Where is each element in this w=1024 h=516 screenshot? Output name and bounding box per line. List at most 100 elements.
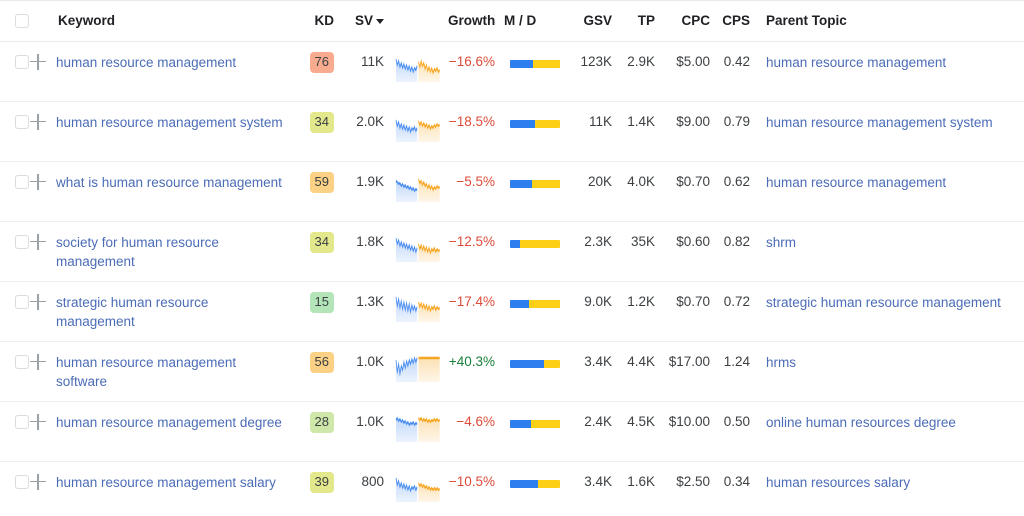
- cps-value: 0.79: [723, 113, 750, 129]
- sparkline-icon: [395, 177, 440, 202]
- row-select-cell: [0, 161, 30, 221]
- gsv-value: 2.3K: [584, 233, 612, 249]
- row-checkbox[interactable]: [15, 234, 29, 249]
- keyword-link[interactable]: human resource management: [56, 42, 300, 72]
- parent-topic-link[interactable]: human resource management: [756, 162, 1024, 192]
- kd-badge: 59: [309, 171, 334, 193]
- cps-value: 0.50: [723, 413, 750, 429]
- column-header-md[interactable]: M / D: [504, 1, 566, 42]
- keyword-link[interactable]: human resource management system: [56, 102, 300, 132]
- md-mobile-segment: [510, 359, 544, 368]
- column-header-cps[interactable]: CPS: [716, 1, 756, 42]
- sparkline-icon: [395, 355, 440, 382]
- keyword-link[interactable]: human resource management salary: [56, 462, 300, 492]
- md-bar: [510, 359, 560, 368]
- parent-topic-link[interactable]: strategic human resource management: [756, 282, 1024, 312]
- gsv-cell: 3.4K: [566, 341, 618, 401]
- keyword-link[interactable]: strategic human resource management: [56, 282, 300, 331]
- sv-value: 11K: [360, 53, 384, 69]
- add-column-header: [30, 1, 56, 42]
- column-header-sparkline: [390, 1, 448, 42]
- cps-cell: 0.79: [716, 101, 756, 161]
- gsv-cell: 9.0K: [566, 281, 618, 341]
- parent-topic-link[interactable]: shrm: [756, 222, 1024, 252]
- cpc-value: $17.00: [668, 353, 710, 369]
- tp-value: 4.5K: [627, 413, 655, 429]
- md-bar: [510, 59, 560, 68]
- column-header-kd[interactable]: KD: [300, 1, 342, 42]
- row-checkbox[interactable]: [15, 294, 29, 309]
- parent-topic-link[interactable]: human resource management system: [756, 102, 1024, 132]
- row-checkbox[interactable]: [15, 54, 29, 69]
- cpc-cell: $5.00: [662, 41, 716, 101]
- plus-icon[interactable]: [30, 473, 46, 490]
- md-cell: [504, 161, 566, 221]
- md-mobile-segment: [510, 299, 529, 308]
- parent-topic-link[interactable]: online human resources degree: [756, 402, 1024, 432]
- plus-icon[interactable]: [30, 233, 46, 250]
- cpc-value: $9.00: [676, 113, 710, 129]
- column-header-cpc[interactable]: CPC: [662, 1, 716, 42]
- table-header-row: Keyword KD SV Growth M / D GSV TP CPC CP…: [0, 1, 1024, 42]
- growth-value: −10.5%: [448, 473, 495, 489]
- kd-cell: 28: [300, 401, 342, 461]
- kd-cell: 56: [300, 341, 342, 401]
- select-all-checkbox[interactable]: [15, 13, 29, 28]
- cps-cell: 0.82: [716, 221, 756, 281]
- cps-value: 0.82: [723, 233, 750, 249]
- parent-topic-link[interactable]: human resource management: [756, 42, 1024, 72]
- tp-value: 1.6K: [627, 473, 655, 489]
- sparkline-cell: [390, 401, 448, 461]
- growth-cell: −17.4%: [448, 281, 504, 341]
- sv-cell: 2.0K: [342, 101, 390, 161]
- keyword-table-panel: Keyword KD SV Growth M / D GSV TP CPC CP…: [0, 0, 1024, 516]
- cpc-value: $0.70: [676, 173, 710, 189]
- plus-icon[interactable]: [30, 413, 46, 430]
- md-cell: [504, 461, 566, 516]
- gsv-cell: 20K: [566, 161, 618, 221]
- column-header-tp[interactable]: TP: [618, 1, 662, 42]
- sv-cell: 11K: [342, 41, 390, 101]
- keyword-link[interactable]: society for human resource management: [56, 222, 300, 271]
- column-header-gsv[interactable]: GSV: [566, 1, 618, 42]
- gsv-value: 3.4K: [584, 473, 612, 489]
- md-mobile-segment: [510, 479, 538, 488]
- row-checkbox[interactable]: [15, 474, 29, 489]
- sparkline-cell: [390, 41, 448, 101]
- parent-topic-cell: human resources salary: [756, 461, 1024, 516]
- column-header-parent-topic[interactable]: Parent Topic: [756, 1, 1024, 42]
- tp-cell: 4.0K: [618, 161, 662, 221]
- plus-icon[interactable]: [30, 113, 46, 130]
- plus-icon[interactable]: [30, 353, 46, 370]
- keyword-link[interactable]: what is human resource management: [56, 162, 300, 192]
- tp-value: 1.4K: [627, 113, 655, 129]
- keyword-link[interactable]: human resource management software: [56, 342, 300, 391]
- column-header-keyword[interactable]: Keyword: [56, 1, 300, 42]
- row-checkbox[interactable]: [15, 354, 29, 369]
- plus-icon[interactable]: [30, 53, 46, 70]
- parent-topic-cell: human resource management: [756, 161, 1024, 221]
- md-cell: [504, 341, 566, 401]
- parent-topic-link[interactable]: human resources salary: [756, 462, 1024, 492]
- kd-badge: 34: [309, 231, 334, 253]
- kd-badge: 15: [309, 291, 334, 313]
- md-desktop-segment: [538, 479, 560, 488]
- column-header-sv[interactable]: SV: [342, 1, 390, 42]
- plus-icon[interactable]: [30, 293, 46, 310]
- parent-topic-link[interactable]: hrms: [756, 342, 1024, 372]
- row-checkbox[interactable]: [15, 414, 29, 429]
- tp-value: 35K: [630, 233, 655, 249]
- tp-value: 2.9K: [627, 53, 655, 69]
- growth-value: −16.6%: [448, 53, 495, 69]
- cpc-value: $5.00: [676, 53, 710, 69]
- row-checkbox[interactable]: [15, 174, 29, 189]
- tp-cell: 4.4K: [618, 341, 662, 401]
- plus-icon[interactable]: [30, 173, 46, 190]
- gsv-cell: 2.4K: [566, 401, 618, 461]
- cpc-value: $2.50: [676, 473, 710, 489]
- column-header-growth[interactable]: Growth: [448, 1, 504, 42]
- row-checkbox[interactable]: [15, 114, 29, 129]
- row-select-cell: [0, 281, 30, 341]
- growth-value: −17.4%: [448, 293, 495, 309]
- keyword-link[interactable]: human resource management degree: [56, 402, 300, 432]
